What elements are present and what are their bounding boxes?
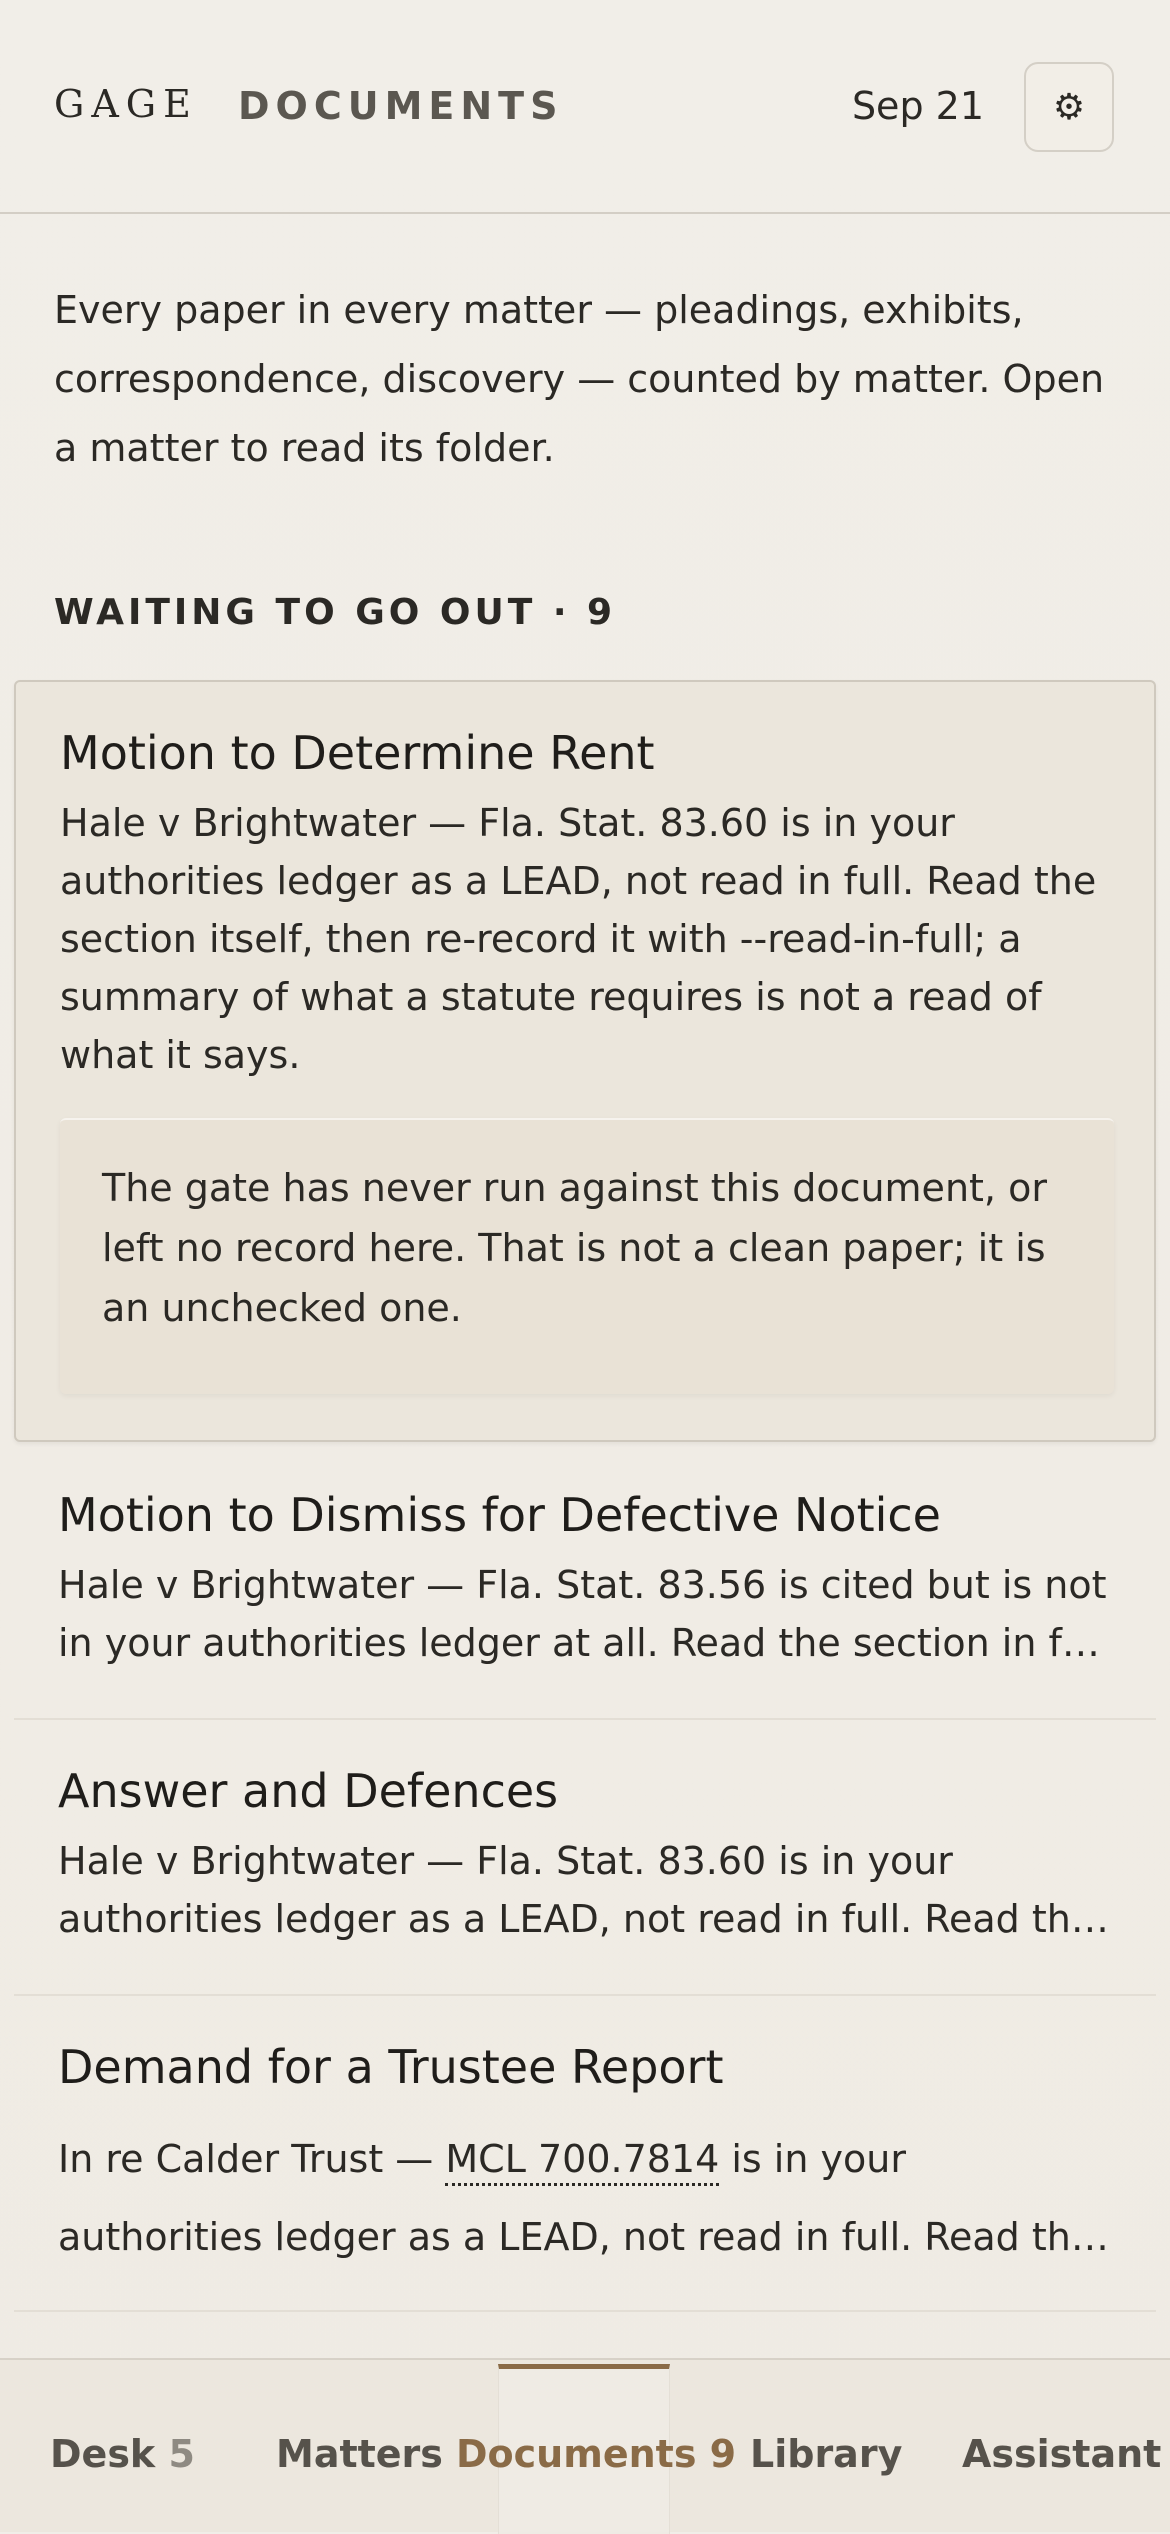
bottom-nav: Desk 5 Matters Documents 9 Library Assis… (0, 2358, 1170, 2534)
current-date: Sep 21 (851, 84, 984, 128)
document-description: Hale v Brightwater — Fla. Stat. 83.60 is… (60, 801, 1097, 1077)
description-suffix: is in your (719, 2137, 906, 2181)
nav-label: Matters (276, 2432, 443, 2476)
document-item[interactable]: Answer and Defences Hale v Brightwater —… (14, 1764, 1156, 1948)
description-line: Hale v Brightwater — Fla. Stat. 83.60 is… (58, 1839, 953, 1883)
description-line: Hale v Brightwater — Fla. Stat. 83.56 is… (58, 1563, 1107, 1607)
citation-link[interactable]: MCL 700.7814 (445, 2137, 720, 2186)
list-divider (14, 2310, 1156, 2312)
nav-tab-assistant[interactable]: Assistant (962, 2432, 1161, 2476)
document-description: Hale v Brightwater — Fla. Stat. 83.60 is… (58, 1832, 1116, 1948)
nav-label: Library (750, 2432, 903, 2476)
document-title: Demand for a Trustee Report (58, 2040, 724, 2094)
description-prefix: In re Calder Trust — (58, 2137, 446, 2181)
document-title: Motion to Determine Rent (60, 726, 655, 780)
document-title: Answer and Defences (58, 1764, 559, 1818)
document-card-selected[interactable]: Motion to Determine Rent Hale v Brightwa… (14, 680, 1156, 1442)
list-divider (14, 1994, 1156, 1996)
description-line: In re Calder Trust — MCL 700.7814 is in … (58, 2120, 1116, 2198)
nav-count: 9 (709, 2432, 737, 2476)
description-line: authorities ledger as a LEAD, not read i… (58, 1897, 1116, 1941)
app-header: GAGE DOCUMENTS Sep 21 ⚙ (0, 0, 1170, 214)
gate-notice: The gate has never run against this docu… (60, 1118, 1114, 1394)
nav-label: Desk (50, 2432, 156, 2476)
intro-text: Every paper in every matter — pleadings,… (54, 288, 1105, 470)
nav-tab-matters[interactable]: Matters (276, 2432, 443, 2476)
nav-label: Documents (456, 2432, 697, 2476)
brand-logo[interactable]: GAGE (54, 82, 198, 126)
gear-icon: ⚙ (1052, 86, 1086, 128)
group-label: WAITING TO GO OUT · 9 (54, 592, 617, 633)
description-line: authorities ledger as a LEAD, not read i… (58, 2215, 1116, 2259)
nav-count: 5 (168, 2432, 195, 2476)
document-item[interactable]: Motion to Dismiss for Defective Notice H… (14, 1488, 1156, 1672)
document-title: Motion to Dismiss for Defective Notice (58, 1488, 941, 1542)
nav-tab-documents[interactable]: Documents 9 (456, 2432, 736, 2476)
document-description: In re Calder Trust — MCL 700.7814 is in … (58, 2120, 1116, 2276)
document-description: Hale v Brightwater — Fla. Stat. 83.56 is… (58, 1556, 1116, 1672)
nav-tab-desk[interactable]: Desk 5 (50, 2432, 195, 2476)
page-title: DOCUMENTS (238, 84, 564, 128)
nav-tab-library[interactable]: Library (750, 2432, 902, 2476)
description-line: in your authorities ledger at all. Read … (58, 1621, 1116, 1665)
nav-label: Assistant (962, 2432, 1162, 2476)
list-divider (14, 1718, 1156, 1720)
settings-button[interactable]: ⚙ (1024, 62, 1114, 152)
document-item[interactable]: Demand for a Trustee Report In re Calder… (14, 2040, 1156, 2276)
